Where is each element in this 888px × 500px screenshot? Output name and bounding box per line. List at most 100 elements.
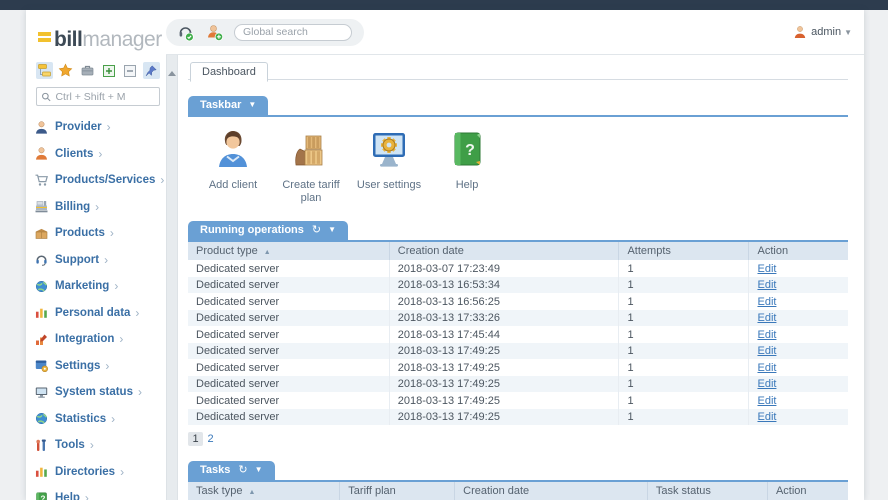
refresh-icon[interactable]: ↻ xyxy=(238,464,247,476)
user-menu[interactable]: admin ▼ xyxy=(793,25,852,39)
table-row[interactable]: Dedicated server 2018-03-13 17:49:25 1 Edit xyxy=(188,375,848,393)
global-search-input[interactable] xyxy=(234,23,352,41)
column-header-product-type[interactable]: Product type ▲ xyxy=(188,242,390,261)
sidebar-item-clients[interactable]: Clients › xyxy=(34,141,166,168)
sidebar-item-label: Products/Services xyxy=(55,174,156,187)
edit-link[interactable]: Edit xyxy=(757,395,776,407)
pin-menu-button[interactable] xyxy=(142,62,160,79)
table-row[interactable]: Dedicated server 2018-03-13 17:33:26 1 Edit xyxy=(188,309,848,327)
shortcut-create-tariff-plan[interactable]: Create tariff plan xyxy=(272,129,350,205)
sidebar-collapse-handle[interactable] xyxy=(166,55,178,500)
column-header-creation-date[interactable]: Creation date xyxy=(389,242,620,261)
menu-tree-button[interactable] xyxy=(36,62,54,79)
app-logo[interactable]: billmanager xyxy=(38,28,166,52)
column-header-task-status[interactable]: Task status xyxy=(647,482,768,500)
sidebar-item-billing[interactable]: Billing › xyxy=(34,194,166,221)
edit-link[interactable]: Edit xyxy=(757,263,776,275)
edit-link[interactable]: Edit xyxy=(757,378,776,390)
edit-link[interactable]: Edit xyxy=(757,362,776,374)
briefcase-button[interactable] xyxy=(79,62,96,79)
chevron-down-icon: ▼ xyxy=(844,27,852,37)
table-row[interactable]: Dedicated server 2018-03-07 17:23:49 1 Edit xyxy=(188,260,848,277)
table-cell: Edit xyxy=(749,392,848,409)
table-row[interactable]: Dedicated server 2018-03-13 17:49:25 1 Edit xyxy=(188,408,848,426)
collapse-all-button[interactable] xyxy=(121,62,138,79)
taskbar-section: Taskbar ▼ Add client Create tariff plan Us… xyxy=(188,96,848,205)
clients-quick-icon[interactable] xyxy=(205,23,224,42)
table-row[interactable]: Dedicated server 2018-03-13 17:49:25 1 Edit xyxy=(188,359,848,376)
edit-link[interactable]: Edit xyxy=(757,279,776,291)
sidebar: billmanager Ctrl + Shift + M Provider › … xyxy=(26,10,166,500)
user-name: admin xyxy=(811,26,842,38)
table-cell: Edit xyxy=(748,276,848,294)
table-cell: 2018-03-13 17:45:44 xyxy=(389,326,620,343)
column-header-action[interactable]: Action xyxy=(748,242,848,261)
shortcut-add-client[interactable]: Add client xyxy=(194,129,272,205)
shortcut-user-settings[interactable]: User settings xyxy=(350,129,428,205)
table-cell: Dedicated server xyxy=(188,326,390,343)
sidebar-item-support[interactable]: Support › xyxy=(34,247,166,274)
table-cell: Dedicated server xyxy=(188,392,390,409)
sidebar-item-settings[interactable]: Settings › xyxy=(34,353,166,380)
chevron-right-icon: › xyxy=(137,385,142,400)
column-header-attempts[interactable]: Attempts xyxy=(618,242,750,261)
taskbar-shortcuts: Add client Create tariff plan User setting… xyxy=(194,129,848,205)
sidebar-item-directories[interactable]: Directories › xyxy=(34,459,166,486)
sidebar-search[interactable] xyxy=(36,87,160,106)
sidebar-item-tools[interactable]: Tools › xyxy=(34,432,166,459)
shortcut-help[interactable]: ? Help xyxy=(428,129,506,205)
edit-link[interactable]: Edit xyxy=(757,345,776,357)
sidebar-item-personal-data[interactable]: Personal data › xyxy=(34,300,166,327)
logo-text-bold: bill xyxy=(54,28,83,51)
sidebar-item-label: Directories xyxy=(55,465,116,478)
sidebar-item-products[interactable]: Products › xyxy=(34,220,166,247)
edit-link[interactable]: Edit xyxy=(757,411,776,423)
sidebar-item-provider[interactable]: Provider › xyxy=(34,114,166,141)
briefcase-icon xyxy=(81,65,94,76)
table-cell: 2018-03-07 17:23:49 xyxy=(389,260,620,277)
edit-link[interactable]: Edit xyxy=(757,329,776,341)
table-cell: Edit xyxy=(749,359,848,376)
chevron-down-icon: ▼ xyxy=(328,225,337,235)
page-current[interactable]: 1 xyxy=(188,432,203,447)
table-cell: 2018-03-13 17:49:25 xyxy=(389,392,620,409)
sidebar-item-system-status[interactable]: System status › xyxy=(34,379,166,406)
column-header-task-type[interactable]: Task type ▲ xyxy=(188,482,341,500)
table-cell: 1 xyxy=(618,342,750,360)
favorites-button[interactable] xyxy=(57,62,74,79)
edit-link[interactable]: Edit xyxy=(757,312,776,324)
running-operations-section-tab[interactable]: Running operations ↻ ▼ xyxy=(188,221,349,241)
table-cell: Edit xyxy=(749,260,848,277)
tab-dashboard[interactable]: Dashboard xyxy=(190,62,268,82)
support-quick-icon[interactable] xyxy=(176,23,195,42)
table-cell: 1 xyxy=(618,276,750,294)
column-header-action[interactable]: Action xyxy=(767,482,848,500)
main-region: admin ▼ Dashboard Taskbar ▼ xyxy=(166,10,864,500)
table-row[interactable]: Dedicated server 2018-03-13 17:49:25 1 Edit xyxy=(188,392,848,409)
table-row[interactable]: Dedicated server 2018-03-13 16:53:34 1 Edit xyxy=(188,276,848,294)
table-row[interactable]: Dedicated server 2018-03-13 17:45:44 1 Edit xyxy=(188,326,848,343)
tree-icon xyxy=(38,64,52,77)
taskbar-section-tab[interactable]: Taskbar ▼ xyxy=(188,96,269,115)
plus-box-icon xyxy=(102,64,115,77)
table-cell: 1 xyxy=(618,408,750,426)
expand-all-button[interactable] xyxy=(100,62,117,79)
bars-icon xyxy=(34,305,49,320)
sidebar-item-products-services[interactable]: Products/Services › xyxy=(34,167,166,194)
table-cell: Edit xyxy=(749,326,848,343)
refresh-icon[interactable]: ↻ xyxy=(312,224,321,236)
page-link[interactable]: 2 xyxy=(203,432,218,446)
table-row[interactable]: Dedicated server 2018-03-13 17:49:25 1 Edit xyxy=(188,342,848,360)
sidebar-item-marketing[interactable]: Marketing › xyxy=(34,273,166,300)
column-header-creation-date[interactable]: Creation date xyxy=(454,482,648,500)
tasks-section-title: Tasks xyxy=(200,464,231,477)
monitor-icon xyxy=(34,385,49,400)
sidebar-item-statistics[interactable]: Statistics › xyxy=(34,406,166,433)
sidebar-search-input[interactable] xyxy=(55,90,155,103)
sidebar-item-help[interactable]: ? Help › xyxy=(34,485,166,500)
edit-link[interactable]: Edit xyxy=(757,296,776,308)
table-row[interactable]: Dedicated server 2018-03-13 16:56:25 1 Edit xyxy=(188,293,848,310)
sidebar-item-integration[interactable]: Integration › xyxy=(34,326,166,353)
column-header-tariff-plan[interactable]: Tariff plan xyxy=(339,482,456,500)
tasks-section-tab[interactable]: Tasks ↻ ▼ xyxy=(188,461,275,481)
